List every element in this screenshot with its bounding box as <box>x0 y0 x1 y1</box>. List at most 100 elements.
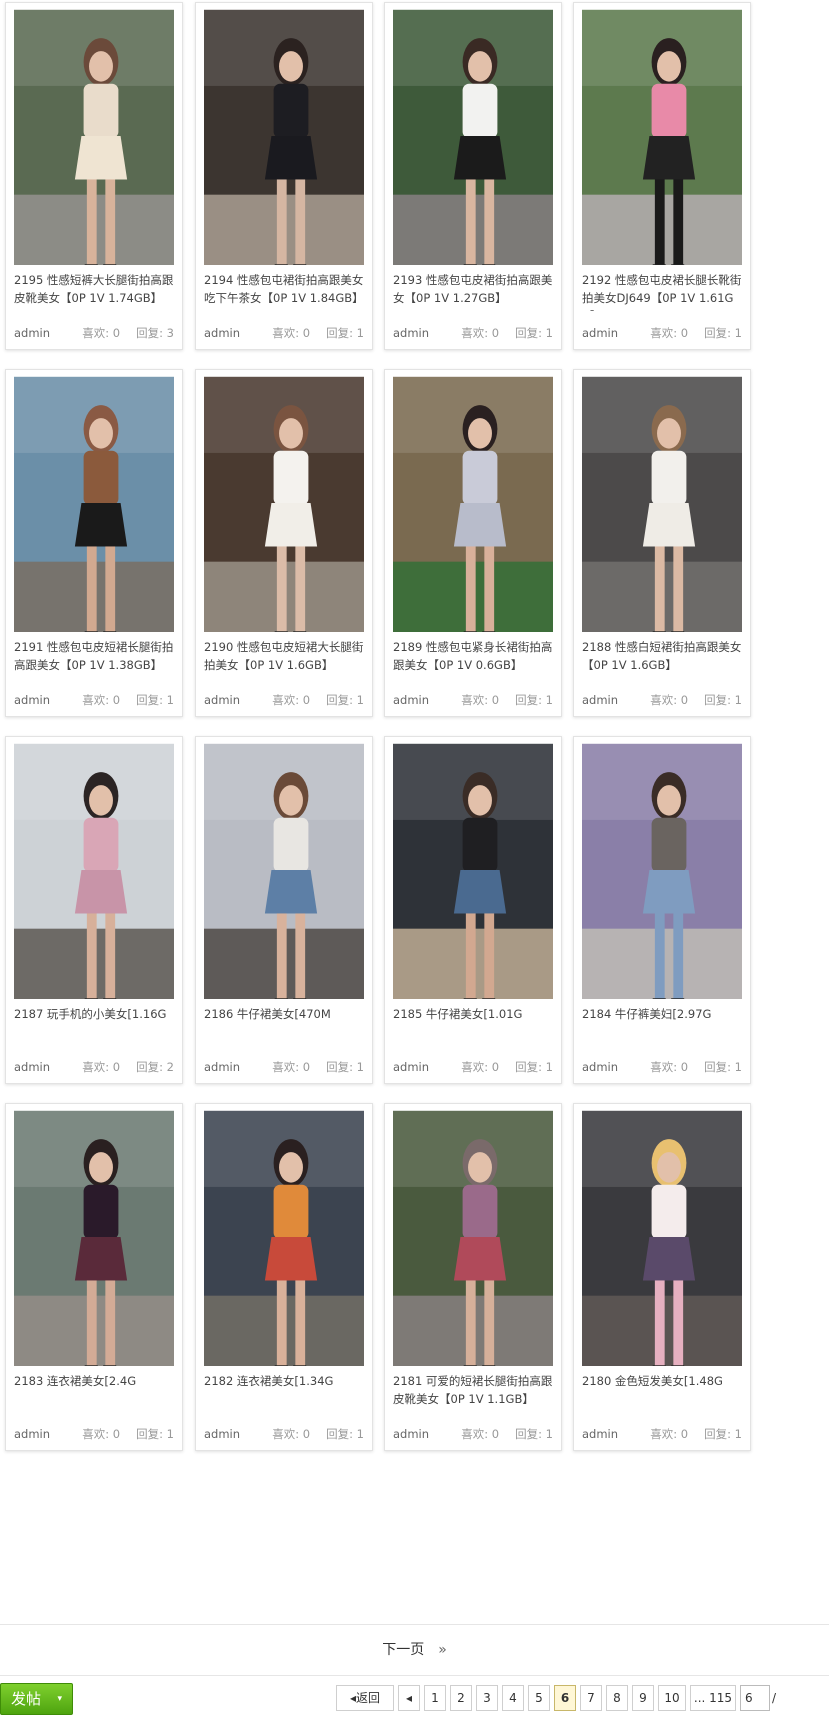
thread-card[interactable]: 2194 性感包屯裙街拍高跟美女吃下午茶女【0P 1V 1.84GB】 admin… <box>195 2 373 350</box>
thread-card[interactable]: 2188 性感白短裙街拍高跟美女【0P 1V 1.6GB】 admin 喜欢: 0 回… <box>573 369 751 717</box>
thread-stats: 喜欢: 0 回复: 1 <box>256 1057 364 1077</box>
thread-title[interactable]: 2182 连衣裙美女[1.34G <box>204 1372 368 1390</box>
thread-title[interactable]: 2186 牛仔裙美女[470M <box>204 1005 368 1023</box>
thread-thumbnail[interactable] <box>582 9 742 265</box>
page-jump-input[interactable]: 6 <box>740 1685 770 1711</box>
thread-title[interactable]: 2195 性感短裤大长腿街拍高跟皮靴美女【0P 1V 1.74GB】 <box>14 271 178 307</box>
thread-title[interactable]: 2192 性感包屯皮裙长腿长靴街拍美女DJ649【0P 1V 1.61GB】 <box>582 271 746 311</box>
thread-thumbnail[interactable] <box>204 1110 364 1366</box>
thread-title[interactable]: 2185 牛仔裙美女[1.01G <box>393 1005 557 1023</box>
thread-card[interactable]: 2185 牛仔裙美女[1.01G admin 喜欢: 0 回复: 1 <box>384 736 562 1084</box>
thread-card[interactable]: 2184 牛仔裤美妇[2.97G admin 喜欢: 0 回复: 1 <box>573 736 751 1084</box>
thread-author[interactable]: admin <box>582 1057 618 1077</box>
thread-card[interactable]: 2180 金色短发美女[1.48G admin 喜欢: 0 回复: 1 <box>573 1103 751 1451</box>
thread-title[interactable]: 2180 金色短发美女[1.48G <box>582 1372 746 1390</box>
thread-stats: 喜欢: 0 回复: 1 <box>445 1424 553 1444</box>
thread-thumbnail[interactable] <box>582 1110 742 1366</box>
thread-stats: 喜欢: 0 回复: 1 <box>66 690 174 710</box>
thread-author[interactable]: admin <box>14 1057 50 1077</box>
thread-meta: admin 喜欢: 0 回复: 2 <box>14 1057 174 1077</box>
thread-author[interactable]: admin <box>582 690 618 710</box>
replies-count: 回复: 1 <box>704 326 742 340</box>
thread-card[interactable]: 2186 牛仔裙美女[470M admin 喜欢: 0 回复: 1 <box>195 736 373 1084</box>
thread-author[interactable]: admin <box>14 1424 50 1444</box>
replies-count: 回复: 1 <box>704 1427 742 1441</box>
thread-card[interactable]: 2193 性感包屯皮裙街拍高跟美女【0P 1V 1.27GB】 admin 喜欢: … <box>384 2 562 350</box>
thread-author[interactable]: admin <box>582 323 618 343</box>
prev-page-icon[interactable]: ◂ <box>398 1685 420 1711</box>
thread-thumbnail[interactable] <box>582 743 742 999</box>
thread-title[interactable]: 2191 性感包屯皮短裙长腿街拍高跟美女【0P 1V 1.38GB】 <box>14 638 178 674</box>
next-page-link[interactable]: 下一页 <box>382 1642 424 1658</box>
thread-title[interactable]: 2189 性感包屯紧身长裙街拍高跟美女【0P 1V 0.6GB】 <box>393 638 557 674</box>
thread-card[interactable]: 2183 连衣裙美女[2.4G admin 喜欢: 0 回复: 1 <box>5 1103 183 1451</box>
thread-card[interactable]: 2181 可爱的短裙长腿街拍高跟皮靴美女【0P 1V 1.1GB】 admin 喜欢… <box>384 1103 562 1451</box>
page-link-2[interactable]: 2 <box>450 1685 472 1711</box>
thumbnail-image <box>393 743 553 999</box>
thread-author[interactable]: admin <box>204 1424 240 1444</box>
page-link-4[interactable]: 4 <box>502 1685 524 1711</box>
thread-card[interactable]: 2182 连衣裙美女[1.34G admin 喜欢: 0 回复: 1 <box>195 1103 373 1451</box>
thread-thumbnail[interactable] <box>393 743 553 999</box>
thread-thumbnail[interactable] <box>14 743 174 999</box>
thread-author[interactable]: admin <box>14 323 50 343</box>
page-link-5[interactable]: 5 <box>528 1685 550 1711</box>
likes-count: 喜欢: 0 <box>272 693 311 707</box>
thumbnail-image <box>14 743 174 999</box>
next-page-bar[interactable]: 下一页 » <box>0 1624 829 1676</box>
thread-thumbnail[interactable] <box>393 9 553 265</box>
thread-meta: admin 喜欢: 0 回复: 3 <box>14 323 174 343</box>
thread-author[interactable]: admin <box>393 1057 429 1077</box>
thread-title[interactable]: 2184 牛仔裤美妇[2.97G <box>582 1005 746 1023</box>
thread-card[interactable]: 2189 性感包屯紧身长裙街拍高跟美女【0P 1V 0.6GB】 admin 喜欢:… <box>384 369 562 717</box>
page-link-3[interactable]: 3 <box>476 1685 498 1711</box>
thread-author[interactable]: admin <box>204 690 240 710</box>
thread-title[interactable]: 2188 性感白短裙街拍高跟美女【0P 1V 1.6GB】 <box>582 638 746 674</box>
thread-author[interactable]: admin <box>204 323 240 343</box>
thumbnail-image <box>582 9 742 265</box>
thread-title[interactable]: 2183 连衣裙美女[2.4G <box>14 1372 178 1390</box>
thumbnail-image <box>582 376 742 632</box>
thread-stats: 喜欢: 0 回复: 2 <box>66 1057 174 1077</box>
thread-thumbnail[interactable] <box>14 1110 174 1366</box>
page-link-1[interactable]: 1 <box>424 1685 446 1711</box>
page-link-10[interactable]: 10 <box>658 1685 686 1711</box>
thread-card[interactable]: 2191 性感包屯皮短裙长腿街拍高跟美女【0P 1V 1.38GB】 admin 喜… <box>5 369 183 717</box>
thread-title[interactable]: 2194 性感包屯裙街拍高跟美女吃下午茶女【0P 1V 1.84GB】 <box>204 271 368 307</box>
page-link-11[interactable]: ... 115 <box>690 1685 736 1711</box>
thread-thumbnail[interactable] <box>582 376 742 632</box>
thread-card[interactable]: 2195 性感短裤大长腿街拍高跟皮靴美女【0P 1V 1.74GB】 admin 喜… <box>5 2 183 350</box>
page-link-8[interactable]: 8 <box>606 1685 628 1711</box>
thread-thumbnail[interactable] <box>204 376 364 632</box>
thumbnail-image <box>582 743 742 999</box>
page-current[interactable]: 6 <box>554 1685 576 1711</box>
thread-thumbnail[interactable] <box>393 376 553 632</box>
thread-title[interactable]: 2193 性感包屯皮裙街拍高跟美女【0P 1V 1.27GB】 <box>393 271 557 307</box>
thread-card[interactable]: 2187 玩手机的小美女[1.16G admin 喜欢: 0 回复: 2 <box>5 736 183 1084</box>
page-link-9[interactable]: 9 <box>632 1685 654 1711</box>
thread-title[interactable]: 2190 性感包屯皮短裙大长腿街拍美女【0P 1V 1.6GB】 <box>204 638 368 674</box>
thread-card[interactable]: 2192 性感包屯皮裙长腿长靴街拍美女DJ649【0P 1V 1.61GB】 ad… <box>573 2 751 350</box>
thread-author[interactable]: admin <box>14 690 50 710</box>
thread-card[interactable]: 2190 性感包屯皮短裙大长腿街拍美女【0P 1V 1.6GB】 admin 喜欢:… <box>195 369 373 717</box>
page-link-7[interactable]: 7 <box>580 1685 602 1711</box>
thread-author[interactable]: admin <box>393 1424 429 1444</box>
thread-meta: admin 喜欢: 0 回复: 1 <box>393 323 553 343</box>
thread-title[interactable]: 2181 可爱的短裙长腿街拍高跟皮靴美女【0P 1V 1.1GB】 <box>393 1372 557 1408</box>
back-button[interactable]: ◂返回 <box>336 1685 394 1711</box>
thumbnail-image <box>14 376 174 632</box>
replies-count: 回复: 1 <box>515 1427 553 1441</box>
replies-count: 回复: 1 <box>326 1060 364 1074</box>
chevron-down-icon: ▾ <box>57 1694 62 1704</box>
thread-thumbnail[interactable] <box>204 9 364 265</box>
new-post-button[interactable]: 发帖 ▾ <box>0 1683 73 1715</box>
thread-author[interactable]: admin <box>582 1424 618 1444</box>
thread-thumbnail[interactable] <box>14 376 174 632</box>
thread-thumbnail[interactable] <box>14 9 174 265</box>
thread-thumbnail[interactable] <box>204 743 364 999</box>
thread-author[interactable]: admin <box>393 323 429 343</box>
thread-title[interactable]: 2187 玩手机的小美女[1.16G <box>14 1005 178 1023</box>
thread-thumbnail[interactable] <box>393 1110 553 1366</box>
thread-author[interactable]: admin <box>393 690 429 710</box>
thread-author[interactable]: admin <box>204 1057 240 1077</box>
